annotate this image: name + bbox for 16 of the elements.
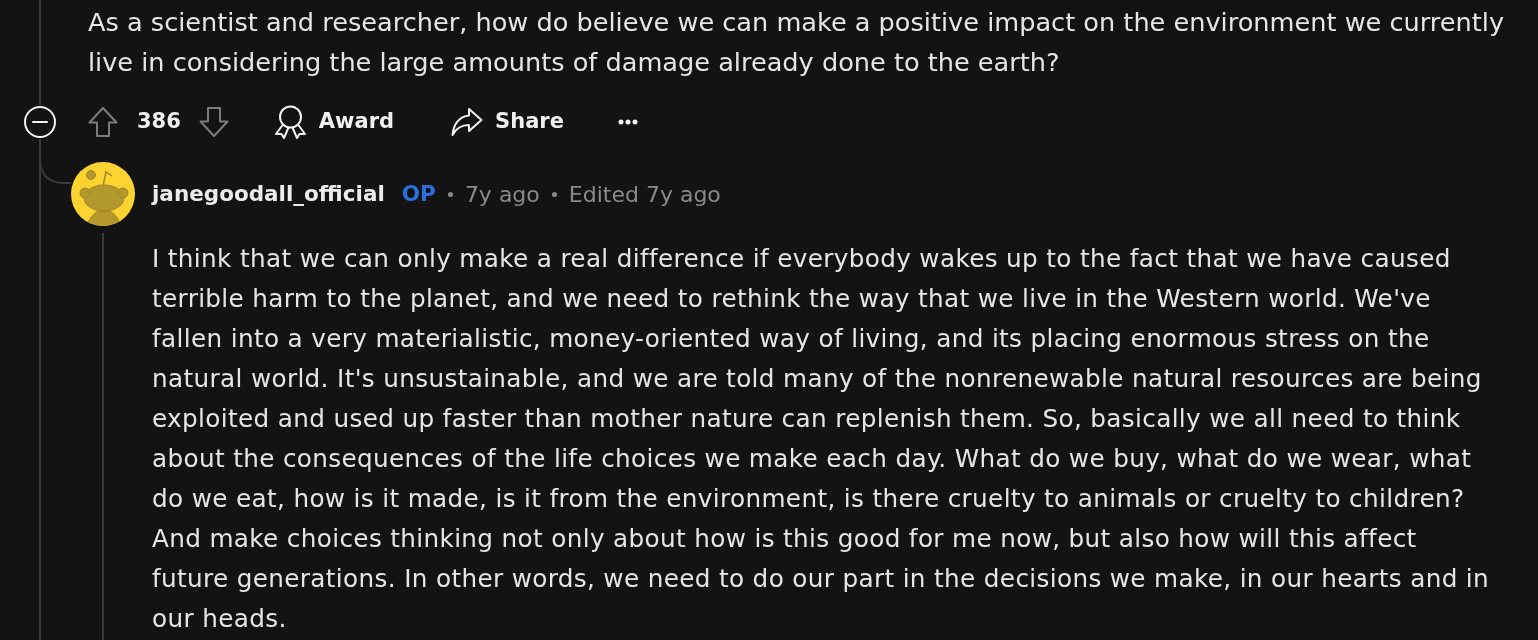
op-label: OP bbox=[401, 179, 436, 208]
post-text: As a scientist and researcher, how do believe we can make a positive impact on the environment we currently live in considering the large amounts of damage already done to the earth? bbox=[88, 6, 1506, 79]
post-time: 7y ago bbox=[464, 180, 540, 209]
avatar-icon bbox=[71, 162, 135, 226]
edited-time: Edited 7y ago bbox=[568, 180, 721, 209]
downvote-arrow-icon bbox=[198, 107, 229, 137]
username[interactable]: janegoodall_official bbox=[152, 177, 385, 211]
award-button[interactable]: Award bbox=[260, 102, 408, 142]
vote-count: 386 bbox=[137, 108, 181, 136]
more-options-icon bbox=[617, 119, 638, 125]
thread-connector bbox=[39, 157, 72, 184]
comment-body: I think that we can only make a real difference if everybody wakes up to the fact that we have caused terrible harm to the planet, and we need to rethink the way that we live in the Western world. We've fallen into a very materialistic, money-oriented way of living, and its placing enormous stress on the natural world. It's unsustainable, and we are told many of the nonrenewable natural resources are being exploited and used up faster than mother nature can replenish them. So, basically we all need to think about the consequences of the life choices we make each day. What do we buy, what do we wear, what do we eat, how is it made, is it from the environment, is there cruelty to animals or cruelty to children? And make choices thinking not only about how is this good for me now, but also how will this affect future generations. In other words, we need to do our part in the decisions we make, in our hearts and in our heads. bbox=[152, 243, 1491, 635]
upvote-arrow-icon bbox=[88, 107, 118, 137]
award-ribbon-icon bbox=[273, 105, 307, 139]
share-button[interactable]: Share bbox=[439, 102, 576, 142]
share-arrow-icon bbox=[451, 107, 484, 137]
